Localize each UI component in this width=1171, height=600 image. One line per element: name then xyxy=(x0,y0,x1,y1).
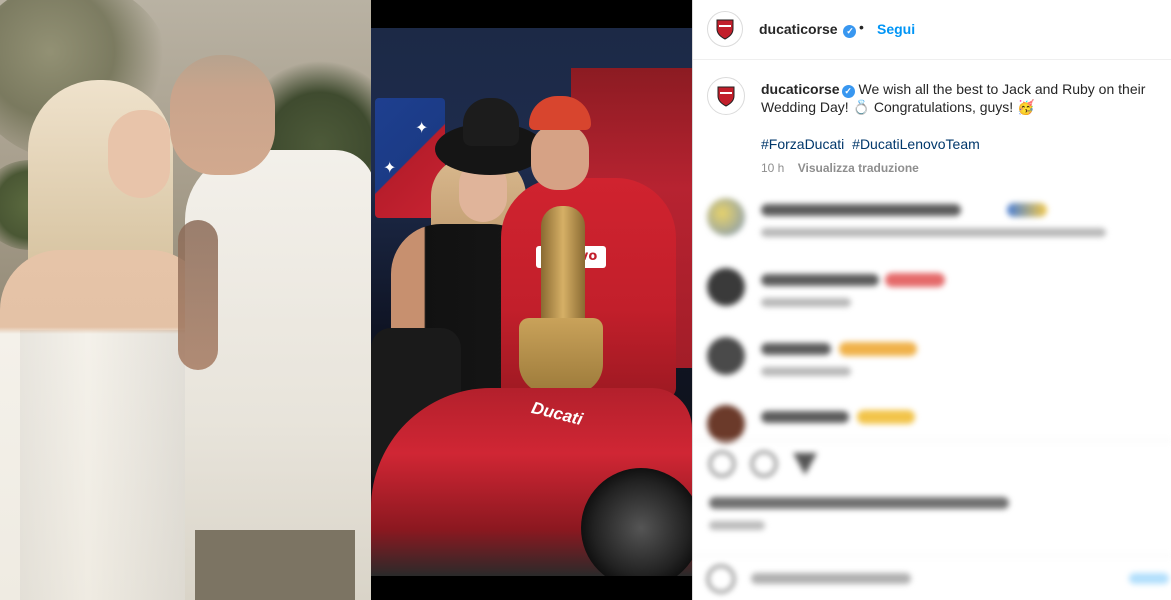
comment-item[interactable] xyxy=(707,198,1167,248)
groom-head xyxy=(170,55,275,175)
profile-avatar[interactable] xyxy=(707,11,743,47)
verified-badge-icon: ✓ xyxy=(841,85,855,98)
separator-dot: • xyxy=(859,19,864,35)
comment-avatar[interactable] xyxy=(707,198,745,236)
flag-star-icon: ✦ xyxy=(415,120,429,137)
hashtag-link[interactable]: #DucatiLenovoTeam xyxy=(852,136,980,152)
rider-face xyxy=(531,124,589,190)
comment-item[interactable] xyxy=(707,337,1167,387)
comment-text-blurred xyxy=(761,411,849,423)
post-header: ducaticorse ✓ • Segui xyxy=(693,0,1171,60)
post-date-blurred xyxy=(709,521,765,530)
post-actions xyxy=(693,440,1171,550)
dress-shading xyxy=(20,330,190,600)
emoji-icon[interactable] xyxy=(707,565,735,593)
comment-avatar[interactable] xyxy=(707,268,745,306)
caption-meta: 10 h Visualizza traduzione xyxy=(761,161,919,175)
add-comment-bar xyxy=(693,555,1171,600)
comment-meta-blurred xyxy=(761,298,851,307)
verified-badge-icon: ✓ xyxy=(843,25,857,38)
instagram-post-panel: ducaticorse ✓ • Segui ducaticorse ✓ We wi… xyxy=(692,0,1171,600)
header-username[interactable]: ducaticorse ✓ xyxy=(759,21,857,38)
comment-meta-blurred xyxy=(761,367,851,376)
follow-button[interactable]: Segui xyxy=(877,21,915,37)
ducati-shield-icon xyxy=(716,19,734,40)
comment-emoji-blurred xyxy=(1007,203,1047,217)
share-icon[interactable] xyxy=(793,453,817,475)
comment-emoji-blurred xyxy=(857,410,915,424)
comment-emoji-blurred xyxy=(839,342,917,356)
comment-item[interactable] xyxy=(707,268,1167,318)
wedding-photo xyxy=(0,0,371,600)
comment-text-blurred xyxy=(761,343,831,355)
post-time[interactable]: 10 h xyxy=(761,161,784,175)
translate-link[interactable]: Visualizza traduzione xyxy=(798,161,919,175)
comment-avatar[interactable] xyxy=(707,337,745,375)
groom-pants xyxy=(195,530,355,600)
heart-icon[interactable] xyxy=(709,451,735,477)
comment-meta-blurred xyxy=(761,228,1106,237)
podium-photo: ✦ ✦ Lenovo Ducati xyxy=(371,0,692,600)
trophy-base xyxy=(519,318,603,394)
comment-icon[interactable] xyxy=(751,451,777,477)
comment-input[interactable] xyxy=(751,573,911,584)
hashtags: #ForzaDucati #DucatiLenovoTeam xyxy=(761,136,984,152)
likes-count-blurred[interactable] xyxy=(709,497,1009,509)
post-caption: ducaticorse ✓ We wish all the best to Jac… xyxy=(761,80,1171,116)
bride-face xyxy=(108,110,170,198)
groom-tattooed-arm xyxy=(178,220,218,370)
comment-text-blurred xyxy=(761,274,879,286)
comment-text-blurred xyxy=(761,204,961,216)
cowboy-hat-crown xyxy=(463,98,519,146)
caption-username[interactable]: ducaticorse xyxy=(761,81,840,97)
flag-star-icon: ✦ xyxy=(383,160,397,177)
caption-avatar[interactable] xyxy=(707,77,745,115)
podium-scene: ✦ ✦ Lenovo Ducati xyxy=(371,28,692,576)
publish-comment-button[interactable] xyxy=(1129,573,1169,584)
trophy-cup xyxy=(541,206,585,326)
comment-avatar[interactable] xyxy=(707,405,745,443)
comment-emoji-blurred xyxy=(885,273,945,287)
username-text[interactable]: ducaticorse xyxy=(759,21,838,37)
hashtag-link[interactable]: #ForzaDucati xyxy=(761,136,844,152)
ducati-shield-icon xyxy=(717,86,735,107)
